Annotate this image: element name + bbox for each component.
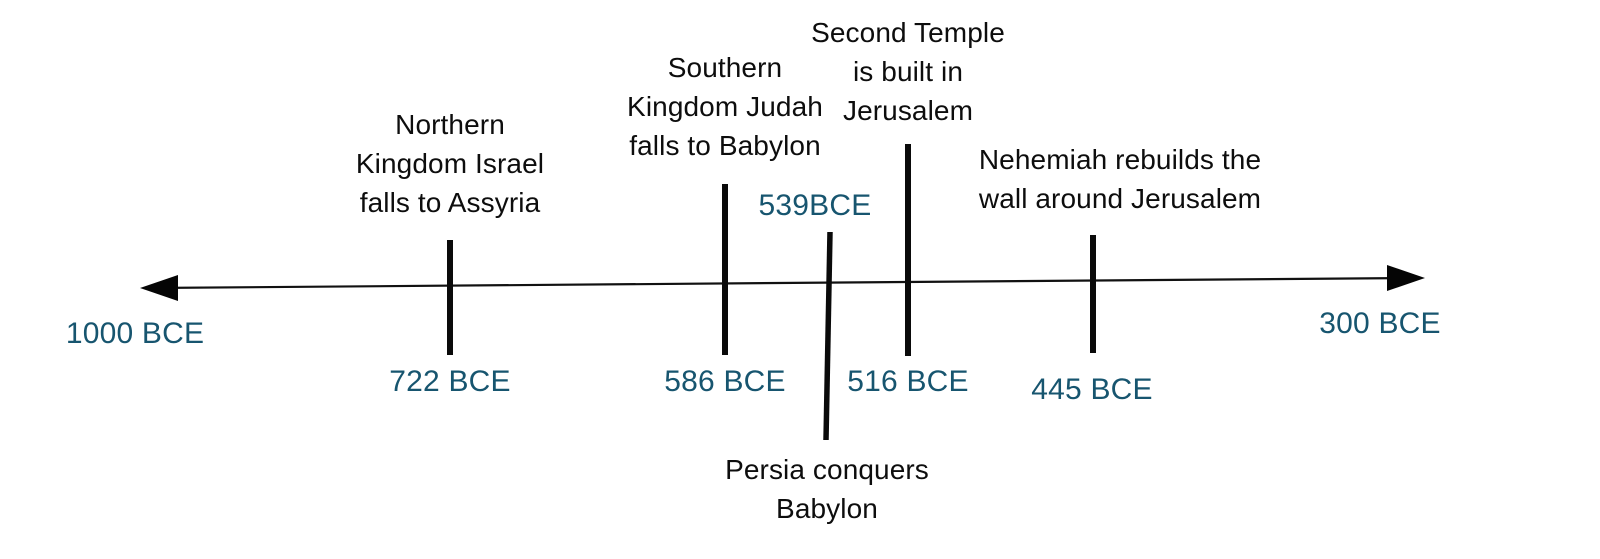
right-arrowhead-icon — [1387, 265, 1425, 291]
date-label-445-bce: 445 BCE — [1031, 373, 1153, 406]
date-label-end-300-bce: 300 BCE — [1319, 307, 1441, 340]
date-label-722-bce: 722 BCE — [389, 365, 511, 398]
tick-539-bce — [823, 231, 833, 441]
timeline-axis-line — [149, 276, 1416, 290]
event-label-northern-kingdom-israel: Northern Kingdom Israel falls to Assyria — [355, 109, 545, 218]
date-label-start-1000-bce: 1000 BCE — [65, 317, 205, 350]
event-label-second-temple-jerusalem: Second Temple is built in Jerusalem — [811, 17, 1005, 126]
left-arrowhead-icon — [140, 275, 178, 301]
date-label-539-bce: 539BCE — [758, 189, 872, 222]
event-label-nehemiah-rebuilds-wall: Nehemiah rebuilds the wall around Jerusa… — [978, 144, 1262, 214]
event-label-persia-conquers-babylon: Persia conquers Babylon — [725, 454, 929, 524]
timeline-diagram: Northern Kingdom Israel falls to Assyria… — [0, 0, 1600, 559]
